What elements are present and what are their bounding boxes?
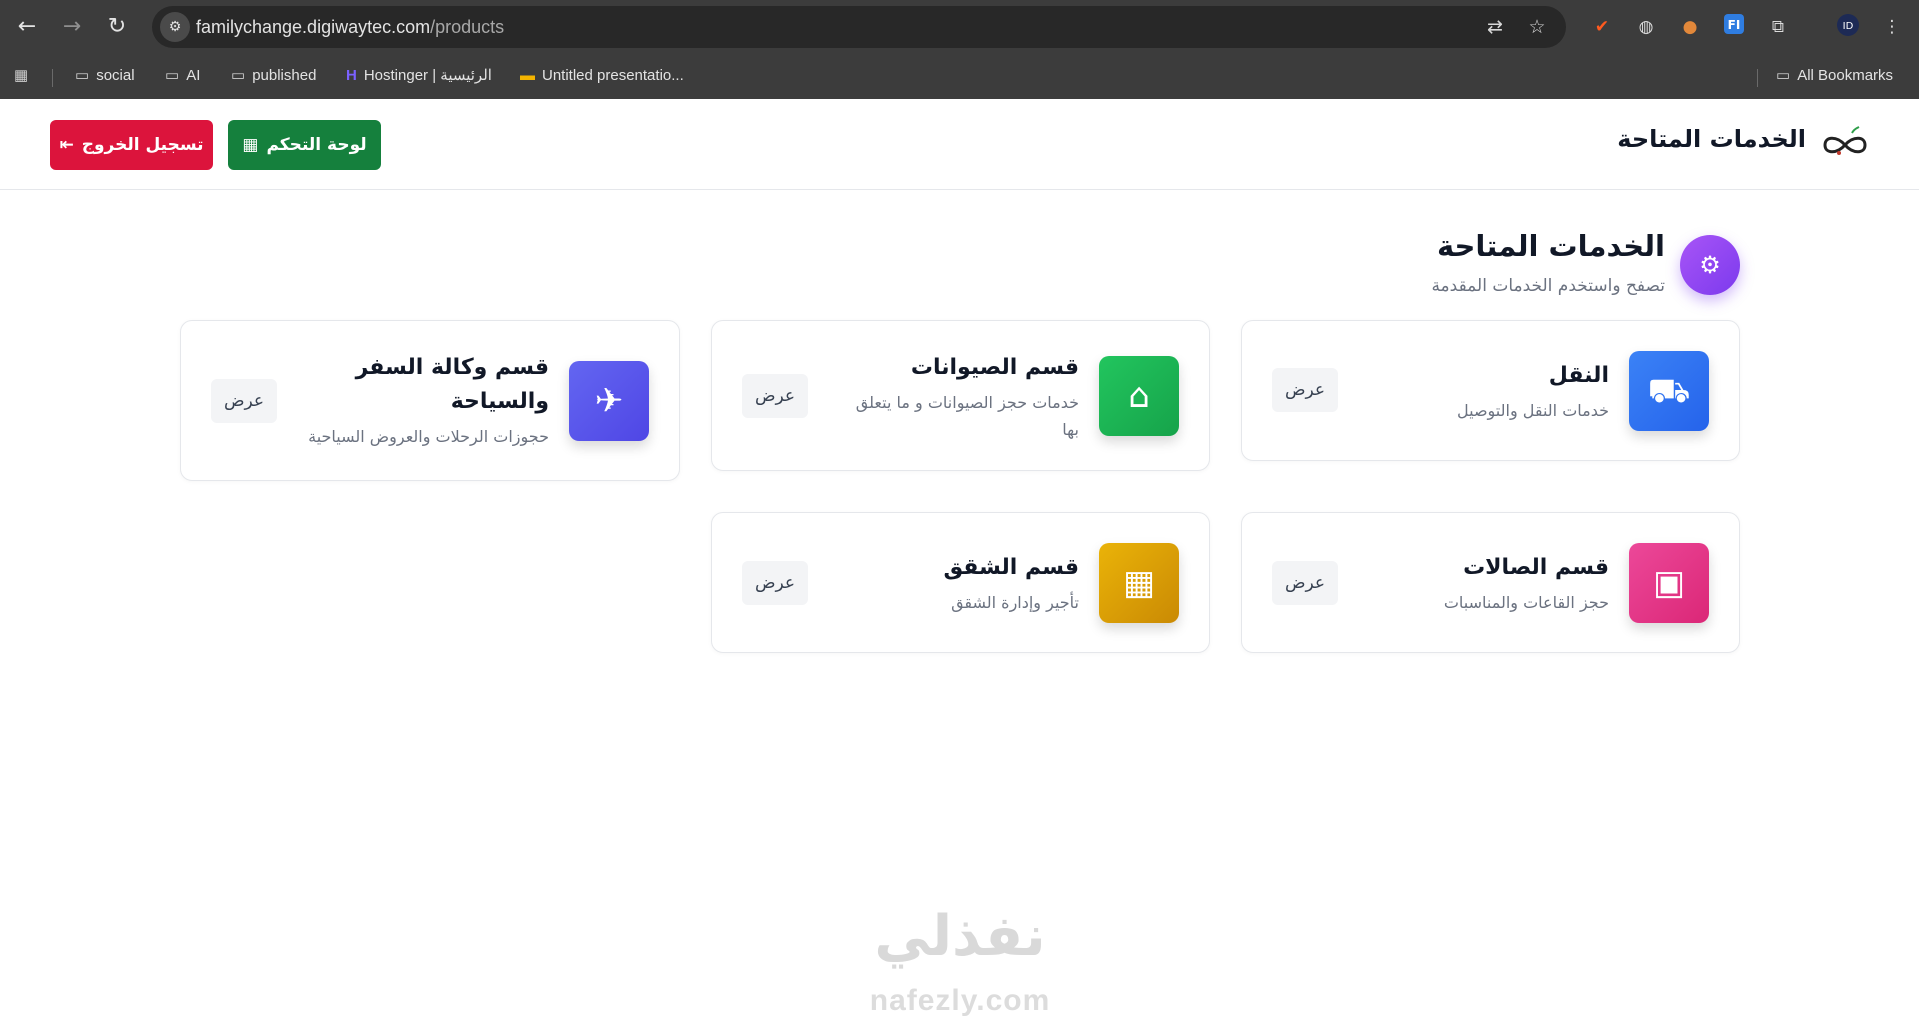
card-text: قسم الشقق تأجير وإدارة الشقق (943, 551, 1079, 616)
card-text: قسم الصيوانات خدمات حجز الصيوانات و ما ي… (839, 351, 1079, 443)
bookmarks-bar: ▦ ▭ social ▭ AI ▭ published H Hostinger | ال… (0, 54, 1919, 99)
card-title: قسم وكالة السفر والسياحة (355, 355, 549, 414)
card-description: حجوزات الرحلات والعروض السياحية (308, 427, 549, 446)
apps-grid-icon[interactable]: ▦ (14, 62, 28, 90)
plane-icon: ✈ (569, 361, 649, 441)
truck-icon: ⛟ (1629, 351, 1709, 431)
bookmark-published[interactable]: ▭ published (231, 62, 316, 90)
section-title: الخدمات المتاحة (1436, 229, 1665, 263)
browser-chrome: ← → ↻ ⚙ familychange.digiwaytec.com/prod… (0, 0, 1919, 99)
extension-fi-icon[interactable]: FI (1720, 13, 1748, 41)
service-card-halls[interactable]: ▣ قسم الصالات حجز القاعات والمناسبات عرض (1241, 512, 1740, 653)
bookmark-label: Hostinger | الرئيسية (363, 67, 492, 84)
bookmark-label: Untitled presentatio... (542, 67, 684, 84)
bookmark-ai[interactable]: ▭ AI (165, 62, 200, 90)
tent-icon: ⌂ (1099, 356, 1179, 436)
hostinger-icon: H (346, 67, 357, 84)
bookmark-hostinger[interactable]: H Hostinger | الرئيسية (346, 62, 492, 90)
bookmark-label: AI (186, 67, 201, 84)
site-header: الخدمات المتاحة لوحة التحكم ▦ تسجيل الخر… (0, 99, 1919, 190)
reload-button[interactable]: ↻ (99, 9, 135, 45)
service-card-transport[interactable]: ⛟ النقل خدمات النقل والتوصيل عرض (1241, 320, 1740, 461)
folder-icon: ▭ (75, 67, 90, 84)
view-button[interactable]: عرض (1272, 561, 1338, 605)
extensions-puzzle-icon[interactable]: ⧉ (1764, 13, 1792, 41)
forward-button[interactable]: → (54, 9, 90, 45)
translate-icon[interactable]: ⇄ (1482, 14, 1508, 40)
card-title: قسم الشقق (943, 555, 1079, 580)
svg-text:ID: ID (1843, 21, 1854, 32)
logout-label: تسجيل الخروج (81, 135, 204, 155)
card-title: قسم الصيوانات (910, 355, 1079, 380)
folder-icon: ▭ (1776, 67, 1791, 84)
site-info-icon[interactable]: ⚙ (160, 12, 190, 42)
card-title: النقل (1548, 363, 1609, 388)
view-button[interactable]: عرض (211, 379, 277, 423)
logout-icon: ⇤ (59, 135, 74, 155)
view-button[interactable]: عرض (1272, 368, 1338, 412)
service-card-apartments[interactable]: ▦ قسم الشقق تأجير وإدارة الشقق عرض (711, 512, 1210, 653)
card-title: قسم الصالات (1463, 555, 1609, 580)
view-button[interactable]: عرض (742, 561, 808, 605)
folder-icon: ▭ (231, 67, 246, 84)
logout-button[interactable]: تسجيل الخروج ⇤ (50, 120, 213, 170)
bookmarks-divider (1757, 69, 1758, 87)
watermark-arabic: نفذلي (874, 904, 1046, 969)
svg-text:FI: FI (1728, 18, 1741, 32)
all-bookmarks[interactable]: ▭ All Bookmarks (1776, 62, 1893, 90)
bookmark-label: social (96, 67, 135, 84)
brand-logo[interactable] (1819, 125, 1871, 161)
dashboard-label: لوحة التحكم (266, 135, 367, 155)
url-path: /products (430, 17, 505, 37)
bookmark-social[interactable]: ▭ social (75, 62, 135, 90)
dashboard-button[interactable]: لوحة التحكم ▦ (228, 120, 381, 170)
url-text[interactable]: familychange.digiwaytec.com/products (196, 6, 504, 48)
section-subtitle: تصفح واستخدم الخدمات المقدمة (1431, 276, 1665, 296)
all-bookmarks-label: All Bookmarks (1797, 67, 1894, 84)
card-description: خدمات حجز الصيوانات و ما يتعلق بها (855, 393, 1079, 439)
brand-title: الخدمات المتاحة (1617, 125, 1806, 153)
card-text: النقل خدمات النقل والتوصيل (1457, 359, 1609, 424)
card-description: خدمات النقل والتوصيل (1457, 401, 1609, 420)
address-bar[interactable]: ⚙ familychange.digiwaytec.com/products ⇄… (152, 6, 1566, 48)
slides-icon: ▬ (520, 67, 535, 84)
bookmark-label: published (252, 67, 317, 84)
building-icon: ▦ (1099, 543, 1179, 623)
watermark-latin: nafezly.com (869, 984, 1051, 1017)
view-button[interactable]: عرض (742, 374, 808, 418)
bookmark-untitled-presentation[interactable]: ▬ Untitled presentatio... (520, 62, 684, 90)
card-description: تأجير وإدارة الشقق (951, 593, 1079, 612)
card-description: حجز القاعات والمناسبات (1443, 593, 1609, 612)
browser-menu-icon[interactable]: ⋮ (1878, 13, 1906, 41)
calendar-icon: ▣ (1629, 543, 1709, 623)
folder-icon: ▭ (165, 67, 180, 84)
service-card-travel-agency[interactable]: ✈ قسم وكالة السفر والسياحة حجوزات الرحلا… (180, 320, 680, 481)
grid-icon: ▦ (242, 135, 259, 155)
profile-avatar[interactable]: ID (1834, 13, 1862, 41)
service-card-tents[interactable]: ⌂ قسم الصيوانات خدمات حجز الصيوانات و ما… (711, 320, 1210, 471)
card-text: قسم وكالة السفر والسياحة حجوزات الرحلات … (308, 351, 549, 450)
url-host: familychange.digiwaytec.com (196, 17, 431, 37)
gears-icon: ⚙ (1680, 235, 1740, 295)
extension-check-icon[interactable]: ✔ (1588, 13, 1616, 41)
browser-toolbar: ← → ↻ ⚙ familychange.digiwaytec.com/prod… (0, 0, 1919, 54)
bookmark-star-icon[interactable]: ☆ (1524, 14, 1550, 40)
back-button[interactable]: ← (9, 9, 45, 45)
extension-cookie-icon[interactable]: ● (1676, 13, 1704, 41)
extension-globe-icon[interactable]: ◍ (1632, 13, 1660, 41)
bookmarks-divider (52, 69, 53, 87)
card-text: قسم الصالات حجز القاعات والمناسبات (1444, 551, 1609, 616)
page-content: الخدمات المتاحة لوحة التحكم ▦ تسجيل الخر… (0, 99, 1919, 1026)
